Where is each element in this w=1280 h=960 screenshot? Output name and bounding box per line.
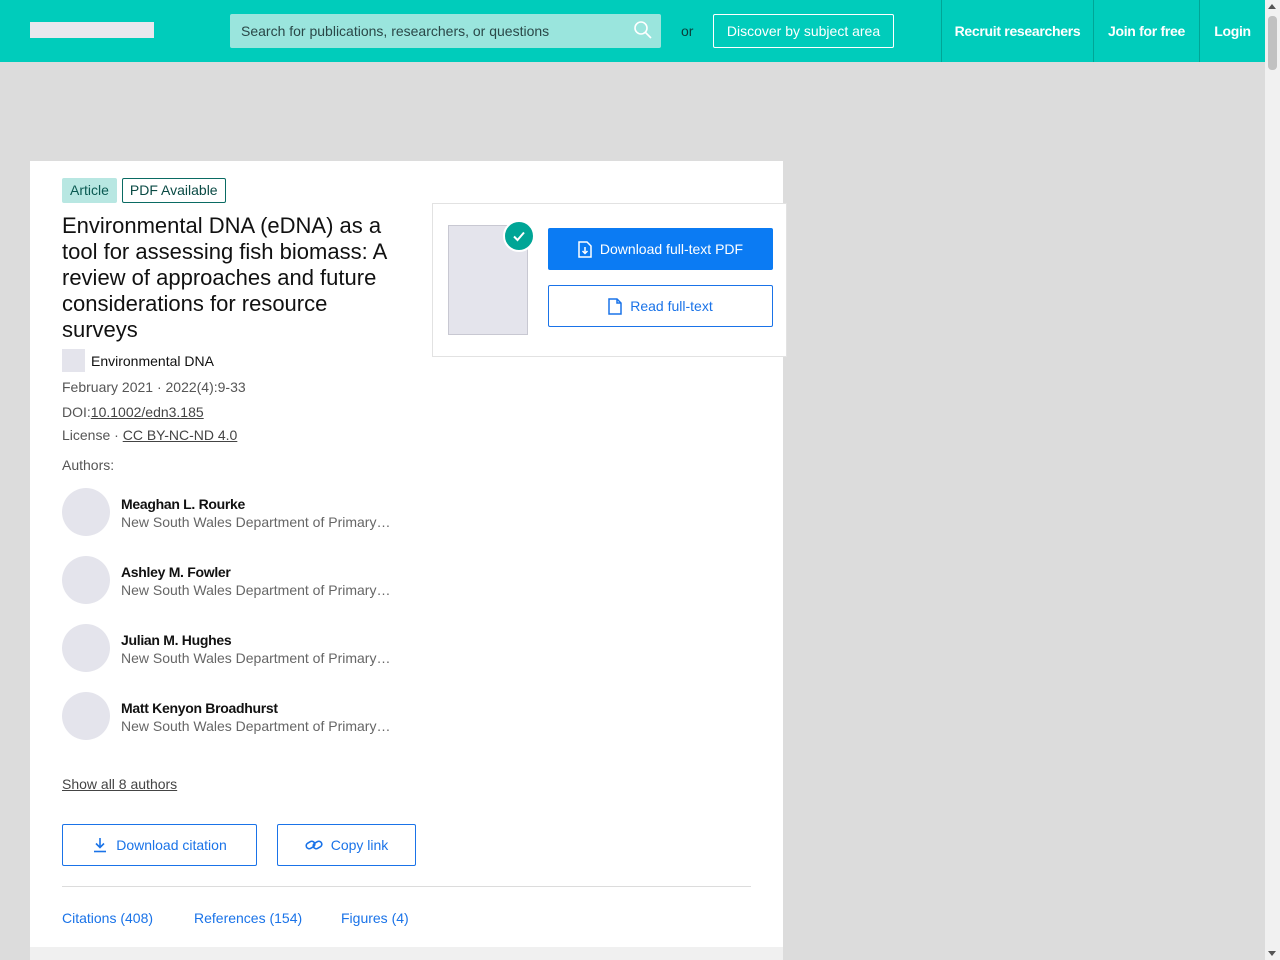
author-affiliation: New South Wales Department of Primary In… — [121, 582, 391, 598]
search-input[interactable] — [230, 14, 661, 48]
author-name[interactable]: Ashley M. Fowler — [121, 564, 231, 580]
publication-date: February 2021 · 2022(4):9-33 — [62, 379, 246, 395]
download-full-text-pdf-button[interactable]: Download full-text PDF — [548, 228, 773, 270]
copy-link-button[interactable]: Copy link — [277, 824, 416, 866]
journal-name[interactable]: Environmental DNA — [91, 353, 214, 369]
author-item[interactable]: Matt Kenyon Broadhurst New South Wales D… — [62, 692, 392, 740]
article-title: Environmental DNA (eDNA) as a tool for a… — [62, 213, 387, 342]
download-citation-button[interactable]: Download citation — [62, 824, 257, 866]
site-logo[interactable] — [30, 22, 154, 38]
nav-recruit-researchers[interactable]: Recruit researchers — [941, 0, 1093, 62]
avatar[interactable] — [62, 488, 110, 536]
show-all-authors-link[interactable]: Show all 8 authors — [62, 776, 177, 792]
pdf-download-box: Download full-text PDF Read full-text — [432, 203, 787, 357]
nav-join-for-free[interactable]: Join for free — [1093, 0, 1199, 62]
badge-article-type: Article — [62, 178, 117, 203]
doi-label: DOI: — [62, 404, 91, 420]
license-label: License · — [62, 427, 123, 443]
card-bottom-strip — [30, 947, 783, 960]
author-affiliation: New South Wales Department of Primary In… — [121, 514, 391, 530]
download-pdf-label: Download full-text PDF — [599, 241, 744, 257]
pdf-download-icon — [578, 240, 592, 258]
article-badges: Article PDF Available — [62, 178, 226, 203]
author-item[interactable]: Ashley M. Fowler New South Wales Departm… — [62, 556, 392, 604]
authors-label: Authors: — [62, 457, 115, 473]
download-icon — [92, 837, 108, 853]
scroll-up-arrow-icon[interactable] — [1268, 4, 1276, 9]
badge-pdf-available: PDF Available — [121, 178, 226, 203]
license-link[interactable]: CC BY-NC-ND 4.0 — [123, 427, 238, 443]
scroll-down-arrow-icon[interactable] — [1268, 951, 1276, 956]
read-full-text-button[interactable]: Read full-text — [548, 285, 773, 327]
link-icon — [305, 838, 323, 852]
tabs-divider — [62, 886, 751, 887]
tab-references[interactable]: References (154) — [194, 910, 302, 926]
search-icon[interactable] — [633, 20, 653, 40]
scroll-thumb[interactable] — [1268, 16, 1277, 70]
author-affiliation: New South Wales Department of Primary In… — [121, 650, 391, 666]
avatar[interactable] — [62, 556, 110, 604]
page-scrollbar[interactable] — [1265, 0, 1280, 960]
download-citation-label: Download citation — [116, 837, 227, 853]
discover-by-subject-button[interactable]: Discover by subject area — [713, 14, 894, 48]
search-box[interactable] — [230, 14, 661, 48]
doi-row: DOI:10.1002/edn3.185 — [62, 404, 204, 420]
author-name[interactable]: Julian M. Hughes — [121, 632, 232, 648]
check-icon — [503, 220, 535, 252]
author-item[interactable]: Julian M. Hughes New South Wales Departm… — [62, 624, 392, 672]
author-name[interactable]: Meaghan L. Rourke — [121, 496, 245, 512]
author-name[interactable]: Matt Kenyon Broadhurst — [121, 700, 278, 716]
avatar[interactable] — [62, 624, 110, 672]
document-icon — [608, 297, 622, 315]
copy-link-label: Copy link — [330, 837, 389, 853]
author-affiliation: New South Wales Department of Primary In… — [121, 718, 391, 734]
read-full-text-label: Read full-text — [630, 298, 713, 314]
avatar[interactable] — [62, 692, 110, 740]
or-text: or — [681, 23, 694, 39]
journal-row[interactable]: Environmental DNA — [62, 349, 214, 372]
author-item[interactable]: Meaghan L. Rourke New South Wales Depart… — [62, 488, 392, 536]
tab-citations[interactable]: Citations (408) — [62, 910, 153, 926]
doi-link[interactable]: 10.1002/edn3.185 — [91, 404, 204, 420]
nav-login[interactable]: Login — [1199, 0, 1265, 62]
license-row: License · CC BY-NC-ND 4.0 — [62, 427, 237, 443]
journal-thumbnail — [62, 349, 85, 372]
top-bar: or Discover by subject area Recruit rese… — [0, 0, 1265, 62]
tab-figures[interactable]: Figures (4) — [341, 910, 409, 926]
